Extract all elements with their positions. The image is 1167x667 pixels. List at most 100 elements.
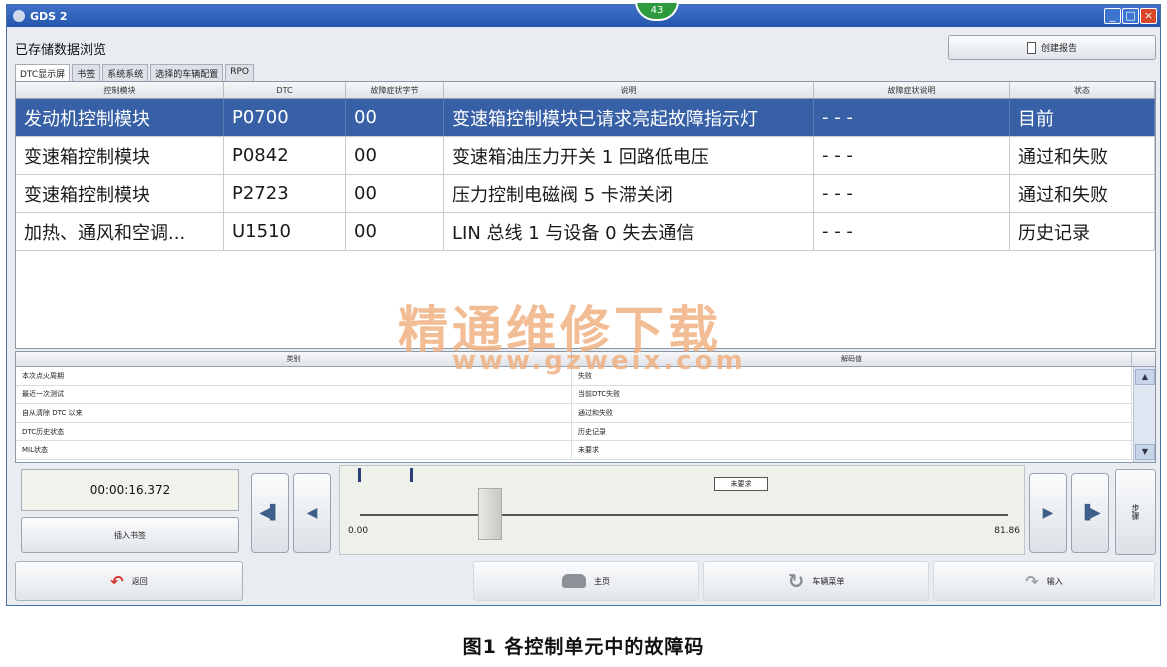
page-title: 已存储数据浏览 bbox=[15, 43, 107, 58]
scroll-down-icon[interactable]: ▼ bbox=[1135, 444, 1155, 460]
tab-dtc-display[interactable]: DTC显示屏 bbox=[15, 64, 71, 81]
col-header-dtc[interactable]: DTC bbox=[224, 82, 346, 98]
cell-dtc: P0700 bbox=[224, 99, 346, 136]
detail-value: 未要求 bbox=[572, 441, 1132, 459]
skip-back-button[interactable]: ◀▌ bbox=[251, 473, 289, 553]
app-logo-icon bbox=[13, 10, 25, 22]
dtc-table: 控制模块 DTC 故障症状字节 说明 故障症状说明 状态 发动机控制模块 P07… bbox=[15, 81, 1156, 349]
col-header-decoded-value: 解码值 bbox=[572, 352, 1132, 366]
skip-forward-button[interactable]: ▐▶ bbox=[1071, 473, 1109, 553]
cell-symptom-byte: 00 bbox=[346, 175, 444, 212]
list-item: 自从清除 DTC 以来 通过和失败 bbox=[16, 404, 1155, 423]
step-forward-button[interactable]: ▶ bbox=[1029, 473, 1067, 553]
event-label: 未要求 bbox=[714, 477, 768, 491]
detail-category: DTC历史状态 bbox=[16, 422, 572, 441]
cell-description: 变速箱油压力开关 1 回路低电压 bbox=[444, 137, 814, 174]
cell-symptom-byte: 00 bbox=[346, 213, 444, 250]
col-header-status[interactable]: 状态 bbox=[1010, 82, 1155, 98]
tab-bookmarks[interactable]: 书签 bbox=[72, 64, 101, 81]
playback-timeline[interactable]: 未要求 0.00 81.86 bbox=[339, 465, 1025, 555]
col-header-category: 类别 bbox=[16, 352, 572, 366]
cell-symptom-desc: - - - bbox=[814, 213, 1010, 250]
minimize-icon[interactable]: _ bbox=[1104, 8, 1121, 24]
insert-bookmark-button[interactable]: 插入书签 bbox=[21, 517, 239, 553]
table-row[interactable]: 变速箱控制模块 P0842 00 变速箱油压力开关 1 回路低电压 - - - … bbox=[16, 137, 1155, 175]
maximize-icon[interactable]: □ bbox=[1122, 8, 1139, 24]
tab-bar: DTC显示屏 书签 系统系统 选择的车辆配置 RPO bbox=[15, 64, 256, 81]
app-window: GDS 2 43 _ □ × 已存储数据浏览 创建报告 DTC显示屏 书签 系统… bbox=[6, 1, 1161, 606]
detail-value: 历史记录 bbox=[572, 422, 1132, 441]
cell-symptom-byte: 00 bbox=[346, 137, 444, 174]
table-row[interactable]: 变速箱控制模块 P2723 00 压力控制电磁阀 5 卡滞关闭 - - - 通过… bbox=[16, 175, 1155, 213]
playback-time: 00:00:16.372 bbox=[21, 469, 239, 511]
close-icon[interactable]: × bbox=[1140, 8, 1157, 24]
cell-status: 目前 bbox=[1010, 99, 1155, 136]
detail-value: 失败 bbox=[572, 367, 1132, 385]
tab-rpo[interactable]: RPO bbox=[225, 64, 254, 81]
list-item: 本次点火周期 失败 bbox=[16, 367, 1155, 386]
detail-table-header: 类别 解码值 bbox=[16, 352, 1155, 367]
document-icon bbox=[1026, 41, 1036, 54]
window-title: GDS 2 bbox=[30, 9, 68, 23]
table-row[interactable]: 发动机控制模块 P0700 00 变速箱控制模块已请求亮起故障指示灯 - - -… bbox=[16, 99, 1155, 137]
timeline-min-label: 0.00 bbox=[348, 526, 369, 536]
figure-caption: 图1 各控制单元中的故障码 bbox=[462, 636, 705, 658]
cell-module: 加热、通风和空调... bbox=[16, 213, 224, 250]
cell-module: 发动机控制模块 bbox=[16, 99, 224, 136]
step-back-button[interactable]: ◀ bbox=[293, 473, 331, 553]
tab-vehicle-config[interactable]: 选择的车辆配置 bbox=[150, 64, 224, 81]
cell-dtc: P2723 bbox=[224, 175, 346, 212]
list-item: 最近一次测试 当前DTC失败 bbox=[16, 385, 1155, 405]
input-arrow-icon: ↷ bbox=[1025, 571, 1039, 591]
cell-status: 历史记录 bbox=[1010, 213, 1155, 250]
car-icon bbox=[562, 574, 586, 588]
cell-module: 变速箱控制模块 bbox=[16, 175, 224, 212]
step-back-icon: ◀ bbox=[306, 505, 318, 521]
input-button[interactable]: ↷ 输入 bbox=[933, 561, 1155, 601]
back-arrow-icon: ↶ bbox=[110, 571, 124, 591]
step-forward-icon: ▶ bbox=[1042, 505, 1054, 521]
tab-systems[interactable]: 系统系统 bbox=[102, 64, 149, 81]
col-header-description[interactable]: 说明 bbox=[444, 82, 814, 98]
skip-back-icon: ◀▌ bbox=[259, 505, 281, 521]
back-label: 返回 bbox=[131, 576, 148, 586]
dtc-table-header: 控制模块 DTC 故障症状字节 说明 故障症状说明 状态 bbox=[16, 82, 1155, 99]
step-side-button[interactable]: 步骤 bbox=[1115, 469, 1156, 555]
cell-symptom-desc: - - - bbox=[814, 137, 1010, 174]
cell-symptom-desc: - - - bbox=[814, 99, 1010, 136]
title-bar: GDS 2 bbox=[7, 5, 1160, 27]
vehicle-menu-button[interactable]: ↻ 车辆菜单 bbox=[703, 561, 929, 601]
create-report-label: 创建报告 bbox=[1040, 44, 1077, 54]
timeline-thumb[interactable] bbox=[477, 488, 502, 540]
cell-symptom-desc: - - - bbox=[814, 175, 1010, 212]
timeline-max-label: 81.86 bbox=[994, 526, 1020, 536]
detail-scrollbar[interactable]: ▲ ▼ bbox=[1133, 367, 1155, 462]
scroll-up-icon[interactable]: ▲ bbox=[1135, 369, 1155, 385]
input-label: 输入 bbox=[1046, 576, 1063, 586]
cell-dtc: P0842 bbox=[224, 137, 346, 174]
scroll-track[interactable] bbox=[1134, 387, 1155, 442]
skip-forward-icon: ▐▶ bbox=[1079, 505, 1101, 521]
create-report-button[interactable]: 创建报告 bbox=[948, 35, 1156, 60]
list-item: MIL状态 未要求 bbox=[16, 441, 1155, 460]
col-header-module[interactable]: 控制模块 bbox=[16, 82, 224, 98]
detail-value: 通过和失败 bbox=[572, 404, 1132, 422]
back-button[interactable]: ↶ 返回 bbox=[15, 561, 243, 601]
refresh-icon: ↻ bbox=[787, 569, 805, 593]
detail-category: MIL状态 bbox=[16, 441, 572, 459]
home-button[interactable]: 主页 bbox=[473, 561, 699, 601]
table-row[interactable]: 加热、通风和空调... U1510 00 LIN 总线 1 与设备 0 失去通信… bbox=[16, 213, 1155, 251]
cell-description: LIN 总线 1 与设备 0 失去通信 bbox=[444, 213, 814, 250]
bookmark-marker[interactable] bbox=[358, 468, 361, 482]
detail-category: 本次点火周期 bbox=[16, 367, 572, 385]
bookmark-marker[interactable] bbox=[410, 468, 413, 482]
col-header-symptom-desc[interactable]: 故障症状说明 bbox=[814, 82, 1010, 98]
timeline-track[interactable] bbox=[360, 514, 1008, 516]
detail-category: 最近一次测试 bbox=[16, 385, 572, 404]
detail-value: 当前DTC失败 bbox=[572, 385, 1132, 404]
vehicle-menu-label: 车辆菜单 bbox=[812, 576, 845, 586]
detail-table: 类别 解码值 本次点火周期 失败 最近一次测试 当前DTC失败 自从清除 DTC… bbox=[15, 351, 1156, 463]
cell-description: 变速箱控制模块已请求亮起故障指示灯 bbox=[444, 99, 814, 136]
detail-category: 自从清除 DTC 以来 bbox=[16, 404, 572, 422]
col-header-symptom-byte[interactable]: 故障症状字节 bbox=[346, 82, 444, 98]
